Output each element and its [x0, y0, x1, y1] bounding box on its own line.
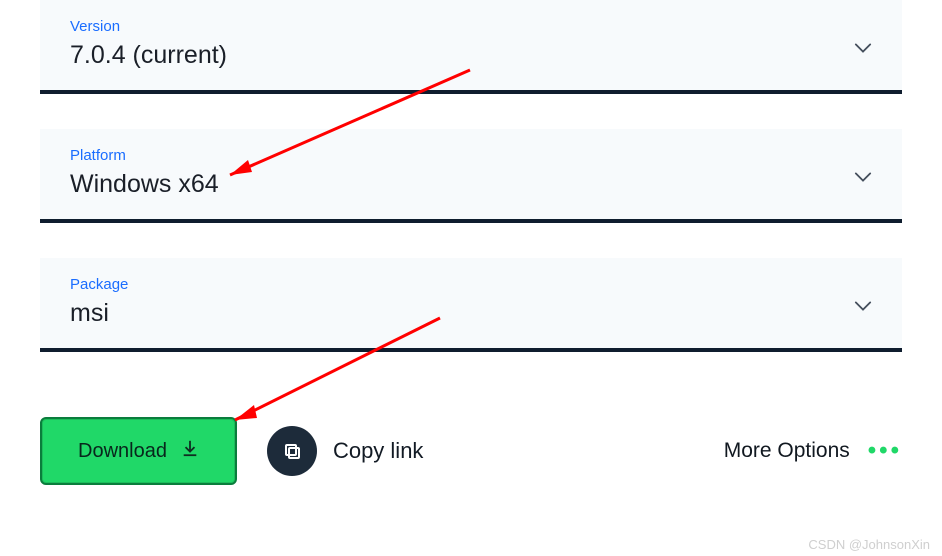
chevron-down-icon [854, 41, 872, 59]
version-value: 7.0.4 (current) [70, 41, 227, 70]
version-dropdown[interactable]: Version 7.0.4 (current) [40, 0, 902, 94]
package-content: Package msi [70, 276, 128, 328]
copy-icon [267, 426, 317, 476]
chevron-down-icon [854, 170, 872, 188]
platform-content: Platform Windows x64 [70, 147, 219, 199]
copy-link-label: Copy link [333, 438, 423, 464]
version-label: Version [70, 18, 227, 35]
more-options-label: More Options [724, 439, 850, 463]
package-dropdown[interactable]: Package msi [40, 258, 902, 352]
package-label: Package [70, 276, 128, 293]
actions-row: Download Copy link More Options ••• [40, 417, 902, 485]
copy-link-button[interactable]: Copy link [267, 426, 423, 476]
package-value: msi [70, 299, 128, 328]
download-label: Download [78, 440, 167, 463]
watermark: CSDN @JohnsonXin [808, 537, 930, 552]
version-content: Version 7.0.4 (current) [70, 18, 227, 70]
download-icon [181, 439, 199, 463]
chevron-down-icon [854, 299, 872, 317]
platform-value: Windows x64 [70, 170, 219, 199]
platform-label: Platform [70, 147, 219, 164]
platform-dropdown[interactable]: Platform Windows x64 [40, 129, 902, 223]
more-options-button[interactable]: More Options ••• [724, 439, 902, 463]
download-button[interactable]: Download [40, 417, 237, 485]
ellipsis-icon: ••• [868, 439, 902, 463]
